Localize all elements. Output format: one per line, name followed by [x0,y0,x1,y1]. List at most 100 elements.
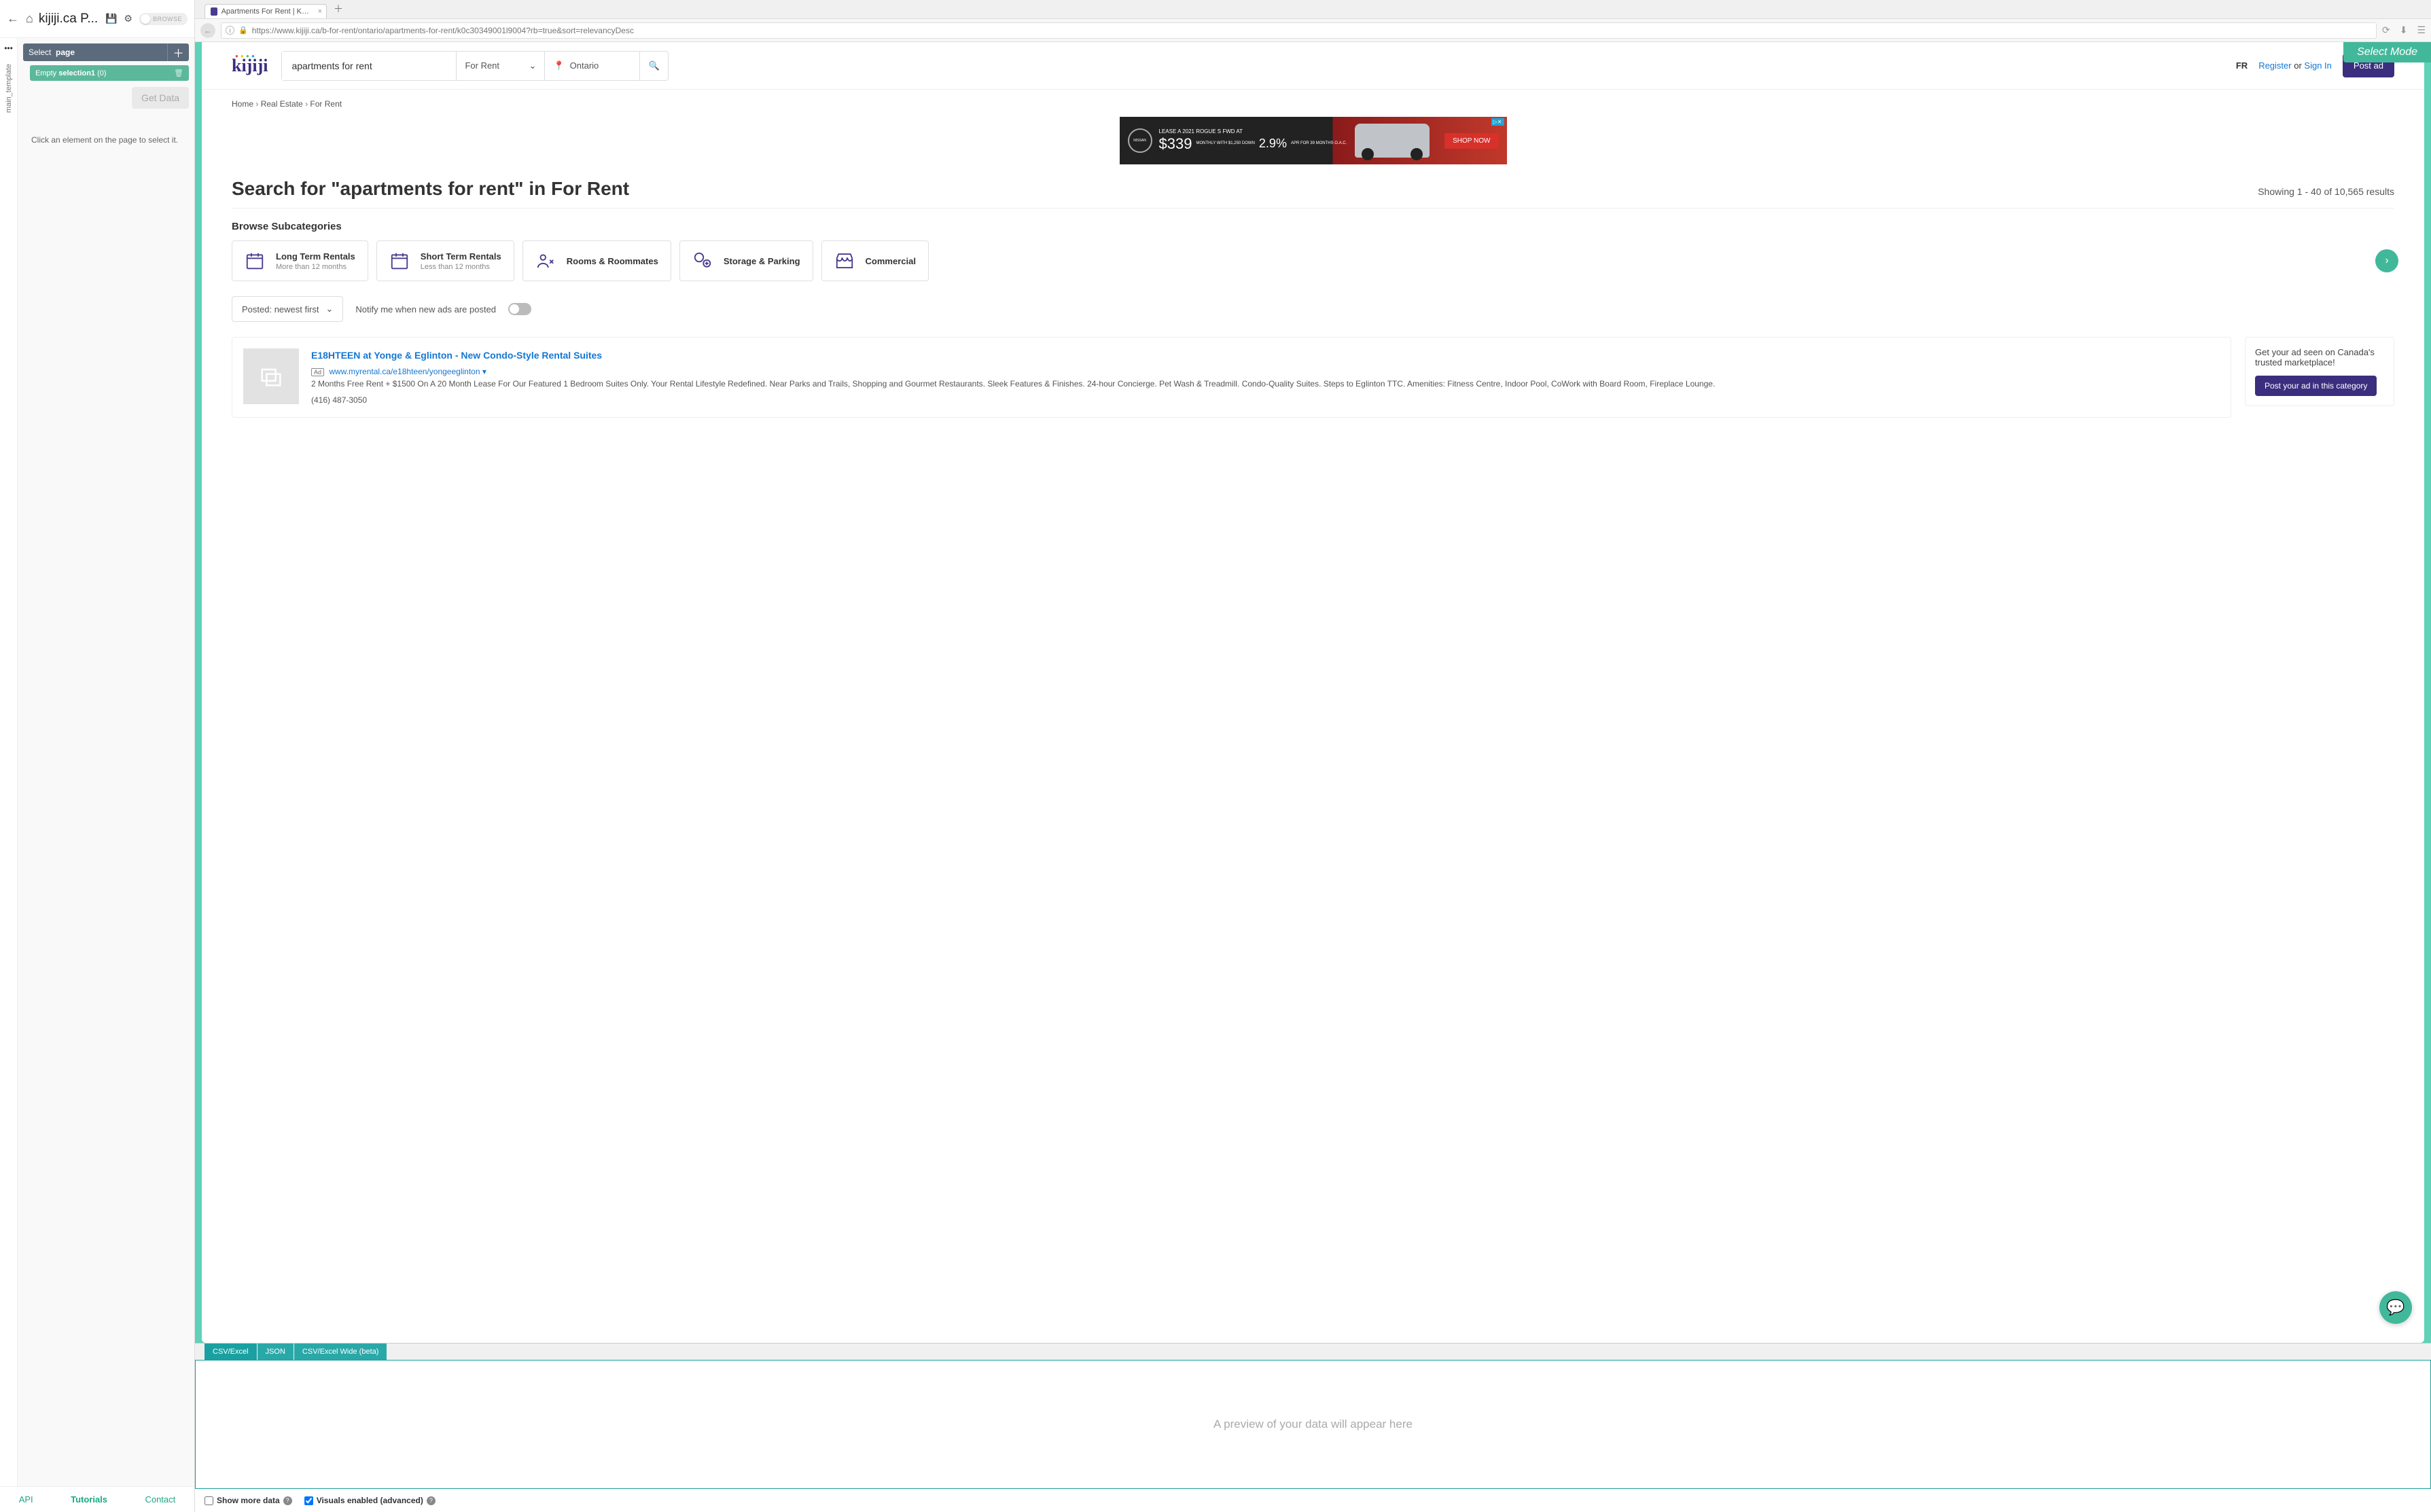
pin-icon: 📍 [553,60,564,71]
subcat-storage[interactable]: Storage & Parking [679,240,813,281]
hint-text: Click an element on the page to select i… [23,135,189,145]
data-preview-body: A preview of your data will appear here [195,1360,2431,1489]
chevron-down-icon: ⌄ [325,304,333,314]
visuals-enabled[interactable]: Visuals enabled (advanced) ? [304,1496,436,1505]
chat-button[interactable]: 💬 [2379,1291,2412,1324]
shop-now-button[interactable]: SHOP NOW [1444,133,1498,149]
ad-banner[interactable]: ▷✕ NISSAN LEASE A 2021 ROGUE S FWD AT $3… [1120,117,1507,164]
project-title: kijiji.ca P... [39,12,100,26]
add-selection-button[interactable]: ＋ [167,43,189,61]
subcategories-heading: Browse Subcategories [232,221,2394,232]
browser-tab[interactable]: Apartments For Rent | Kijiji in Ont × [205,4,327,18]
subcategories-row: Long Term RentalsMore than 12 months Sho… [232,240,2394,281]
subcat-commercial[interactable]: Commercial [821,240,929,281]
settings-icon[interactable]: ⚙ [124,13,132,24]
site-header: ● ● ● ● kijiji For Rent ⌄ 📍 [202,42,2424,90]
tutorials-link[interactable]: Tutorials [71,1494,107,1505]
help-icon[interactable]: ? [283,1496,292,1505]
more-icon[interactable]: ••• [4,43,13,53]
browse-toggle[interactable]: BROWSE [139,13,188,25]
crumb-realestate[interactable]: Real Estate [261,99,303,109]
storefront-icon [834,251,855,271]
visuals-checkbox[interactable] [304,1496,313,1505]
tab-title: Apartments For Rent | Kijiji in Ont [221,7,310,16]
listing-card[interactable]: E18HTEEN at Yonge & Eglinton - New Condo… [232,337,2231,418]
results-count: Showing 1 - 40 of 10,565 results [2258,186,2394,197]
ad-choices-icon[interactable]: ▷✕ [1491,118,1504,126]
api-link[interactable]: API [19,1494,33,1505]
listing-title[interactable]: E18HTEEN at Yonge & Eglinton - New Condo… [311,348,2220,363]
search-button[interactable]: 🔍 [639,52,668,80]
listing-thumbnail [243,348,299,404]
template-label: main_template [5,64,13,113]
signin-link[interactable]: Sign In [2304,60,2331,71]
kijiji-logo[interactable]: ● ● ● ● kijiji [232,56,268,76]
subcat-rooms[interactable]: Rooms & Roommates [522,240,671,281]
location-select[interactable]: 📍 Ontario [544,52,639,80]
vertical-tab: ••• main_template [0,38,18,1486]
tab-csv-wide[interactable]: CSV/Excel Wide (beta) [294,1344,387,1360]
select-command[interactable]: Select page [23,43,167,61]
promo-box: Get your ad seen on Canada's trusted mar… [2245,337,2394,406]
menu-icon[interactable]: ☰ [2417,24,2426,36]
select-mode-badge: Select Mode [2343,42,2431,62]
crumb-forrent[interactable]: For Rent [310,99,342,109]
crumb-home[interactable]: Home [232,99,253,109]
car-image-icon [1355,124,1430,158]
browser-back-button[interactable]: ← [200,23,215,38]
back-icon[interactable]: ← [7,12,19,26]
roommates-icon [535,251,556,271]
save-icon[interactable]: 💾 [105,13,117,24]
notify-label: Notify me when new ads are posted [355,304,496,314]
home-icon[interactable]: ⌂ [26,12,33,26]
data-preview-panel: CSV/Excel JSON CSV/Excel Wide (beta) A p… [195,1343,2431,1512]
browser-tab-strip: Apartments For Rent | Kijiji in Ont × ＋ [195,0,2431,19]
new-tab-button[interactable]: ＋ [327,0,350,18]
delete-selection-icon[interactable]: 🗑 [174,69,183,77]
register-link[interactable]: Register [2258,60,2291,71]
selection-item[interactable]: Empty selection1 (0) 🗑 [30,65,189,81]
ad-badge: Ad [311,368,324,376]
subcat-next-button[interactable]: › [2375,249,2398,272]
site-info-icon[interactable]: i [226,26,234,35]
help-icon[interactable]: ? [427,1496,436,1505]
get-data-button[interactable]: Get Data [132,87,189,109]
listing-url[interactable]: www.myrental.ca/e18hteen/yongeeglinton [329,367,480,376]
download-icon[interactable]: ⬇ [2400,24,2408,36]
address-bar: ← i 🔒 https://www.kijiji.ca/b-for-rent/o… [195,19,2431,42]
chat-icon: 💬 [2386,1299,2405,1316]
chevron-down-icon: ⌄ [529,60,537,71]
search-bar: For Rent ⌄ 📍 Ontario 🔍 [281,51,669,81]
show-more-data[interactable]: Show more data ? [205,1496,292,1505]
sort-dropdown[interactable]: Posted: newest first ⌄ [232,296,343,322]
show-more-checkbox[interactable] [205,1496,213,1505]
url-input[interactable]: i 🔒 https://www.kijiji.ca/b-for-rent/ont… [221,22,2377,39]
contact-link[interactable]: Contact [145,1494,175,1505]
favicon-icon [211,7,217,16]
close-tab-icon[interactable]: × [318,7,322,16]
scraper-sidebar: ← ⌂ kijiji.ca P... 💾 ⚙ BROWSE ••• main_t… [0,0,195,1512]
page-title: Search for "apartments for rent" in For … [232,178,629,200]
reload-icon[interactable]: ⟳ [2382,24,2390,36]
breadcrumb: Home › Real Estate › For Rent [202,90,2424,113]
sidebar-footer: API Tutorials Contact [0,1486,194,1512]
calendar-icon [245,251,265,271]
category-select[interactable]: For Rent ⌄ [456,52,544,80]
calendar-icon [389,251,410,271]
search-input[interactable] [282,52,456,80]
notify-toggle[interactable] [508,303,531,315]
page-viewport: Select Mode ● ● ● ● kijiji For Rent [195,42,2431,1343]
subcat-short-term[interactable]: Short Term RentalsLess than 12 months [376,240,514,281]
post-ad-category-button[interactable]: Post your ad in this category [2255,376,2377,396]
promo-text: Get your ad seen on Canada's trusted mar… [2255,347,2384,367]
tab-json[interactable]: JSON [258,1344,294,1360]
listing-description: 2 Months Free Rent + $1500 On A 20 Month… [311,378,2220,390]
url-text: https://www.kijiji.ca/b-for-rent/ontario… [252,26,634,35]
sidebar-toolbar: ← ⌂ kijiji.ca P... 💾 ⚙ BROWSE [0,0,194,38]
subcat-long-term[interactable]: Long Term RentalsMore than 12 months [232,240,368,281]
tab-csv[interactable]: CSV/Excel [205,1344,257,1360]
nissan-logo-icon: NISSAN [1128,128,1152,153]
storage-icon [692,251,713,271]
language-toggle[interactable]: FR [2236,60,2248,71]
listing-phone[interactable]: (416) 487-3050 [311,394,367,406]
